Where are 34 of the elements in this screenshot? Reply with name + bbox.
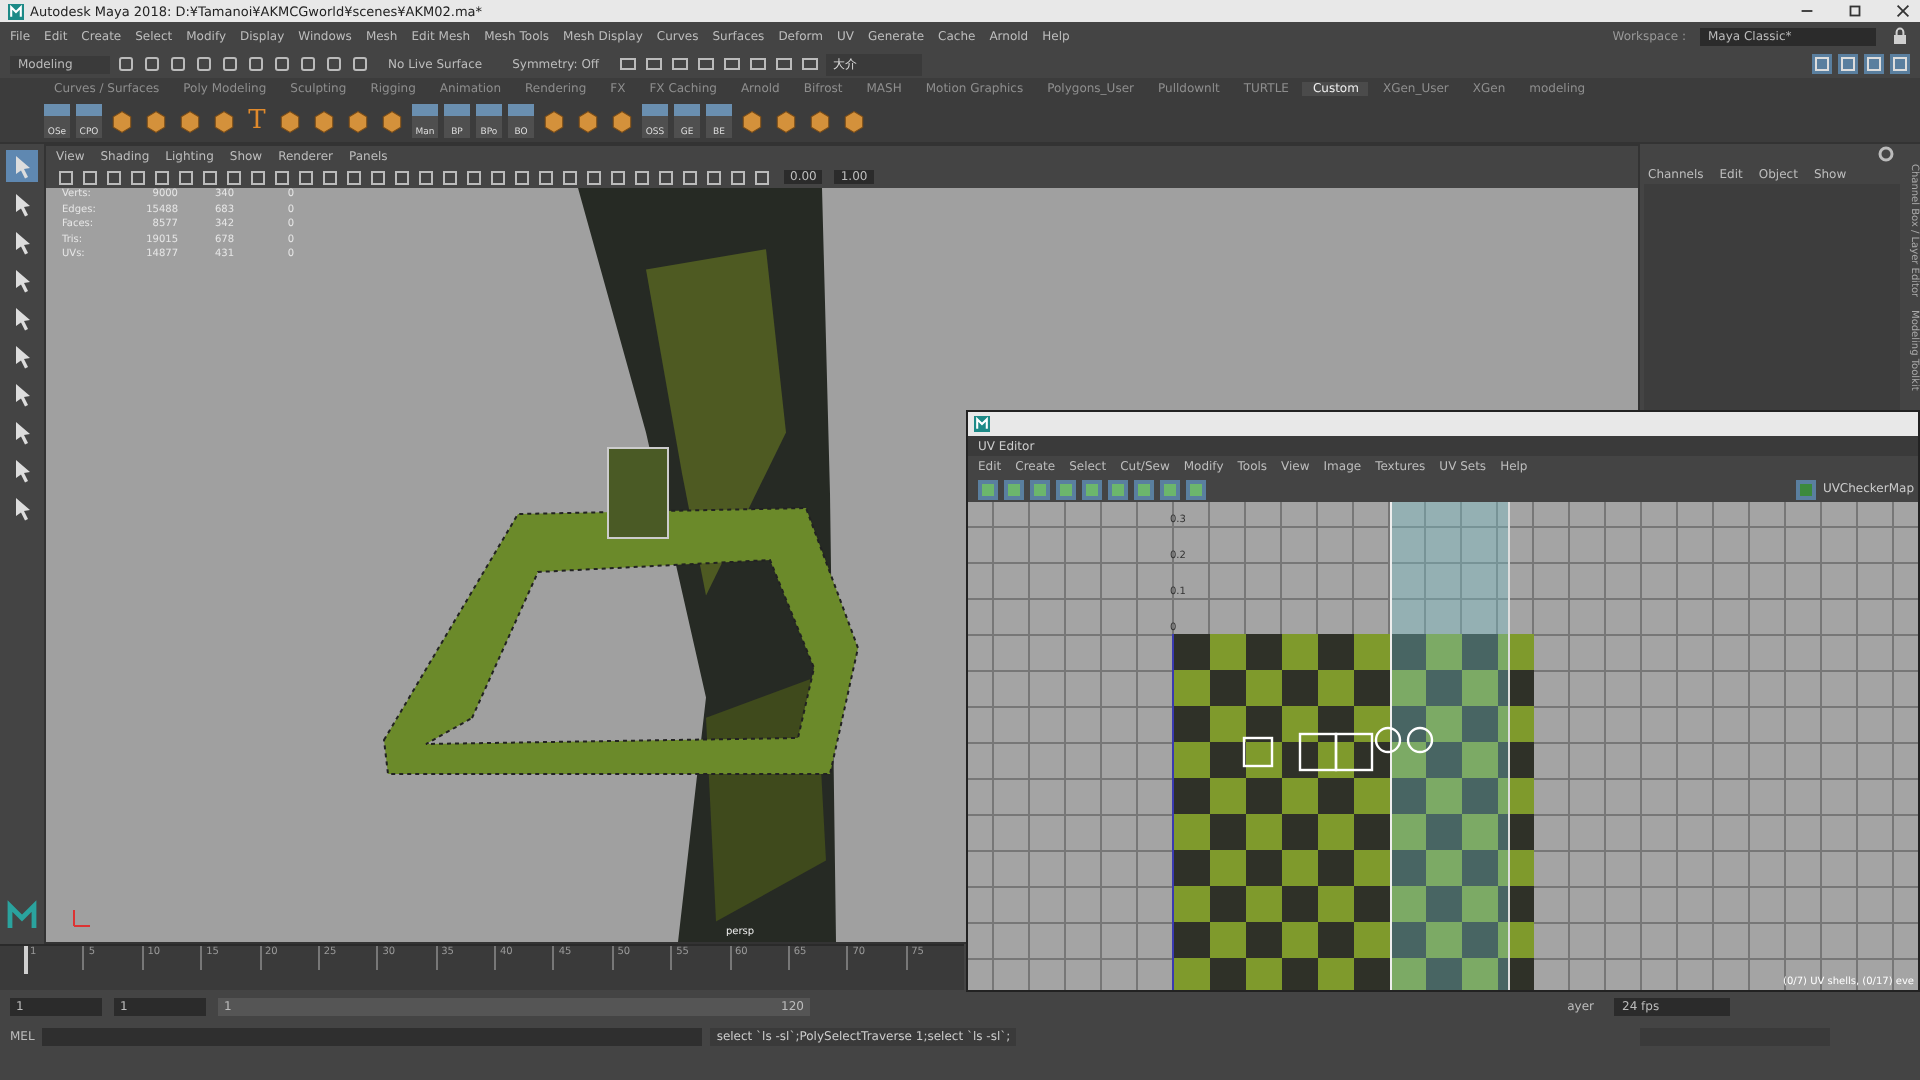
- cube-icon[interactable]: [344, 107, 372, 135]
- render-icon[interactable]: [643, 54, 664, 74]
- render-icon[interactable]: [669, 54, 690, 74]
- close-icon[interactable]: [1894, 2, 1912, 20]
- render-icon[interactable]: [617, 54, 638, 74]
- cube-icon[interactable]: [310, 107, 338, 135]
- maximize-icon[interactable]: [1846, 2, 1864, 20]
- cube-icon[interactable]: [176, 107, 204, 135]
- cube-icon[interactable]: [276, 107, 304, 135]
- cube-icon[interactable]: [378, 107, 406, 135]
- maya-logo-icon: [974, 416, 990, 432]
- lock-icon[interactable]: [1890, 26, 1910, 46]
- cube-icon[interactable]: [108, 107, 136, 135]
- cube-icon[interactable]: [840, 107, 868, 135]
- cube-icon[interactable]: [738, 107, 766, 135]
- render-icon[interactable]: [721, 54, 742, 74]
- render-icon[interactable]: [773, 54, 794, 74]
- maya-logo-icon: [8, 3, 24, 19]
- render-icon[interactable]: [747, 54, 768, 74]
- cube-icon[interactable]: [608, 107, 636, 135]
- cube-icon[interactable]: [142, 107, 170, 135]
- cube-icon[interactable]: [806, 107, 834, 135]
- maya-logo-icon: [6, 900, 38, 932]
- render-icon[interactable]: [799, 54, 820, 74]
- cube-icon[interactable]: [210, 107, 238, 135]
- cube-icon[interactable]: [772, 107, 800, 135]
- checker-toggle-icon[interactable]: [1796, 479, 1817, 499]
- cube-icon[interactable]: [574, 107, 602, 135]
- shelf-button[interactable]: T: [244, 106, 270, 136]
- gear-icon[interactable]: [1876, 144, 1896, 164]
- render-icon[interactable]: [695, 54, 716, 74]
- axis-icon: [70, 906, 94, 930]
- current-frame-marker[interactable]: [24, 946, 28, 974]
- cube-icon[interactable]: [540, 107, 568, 135]
